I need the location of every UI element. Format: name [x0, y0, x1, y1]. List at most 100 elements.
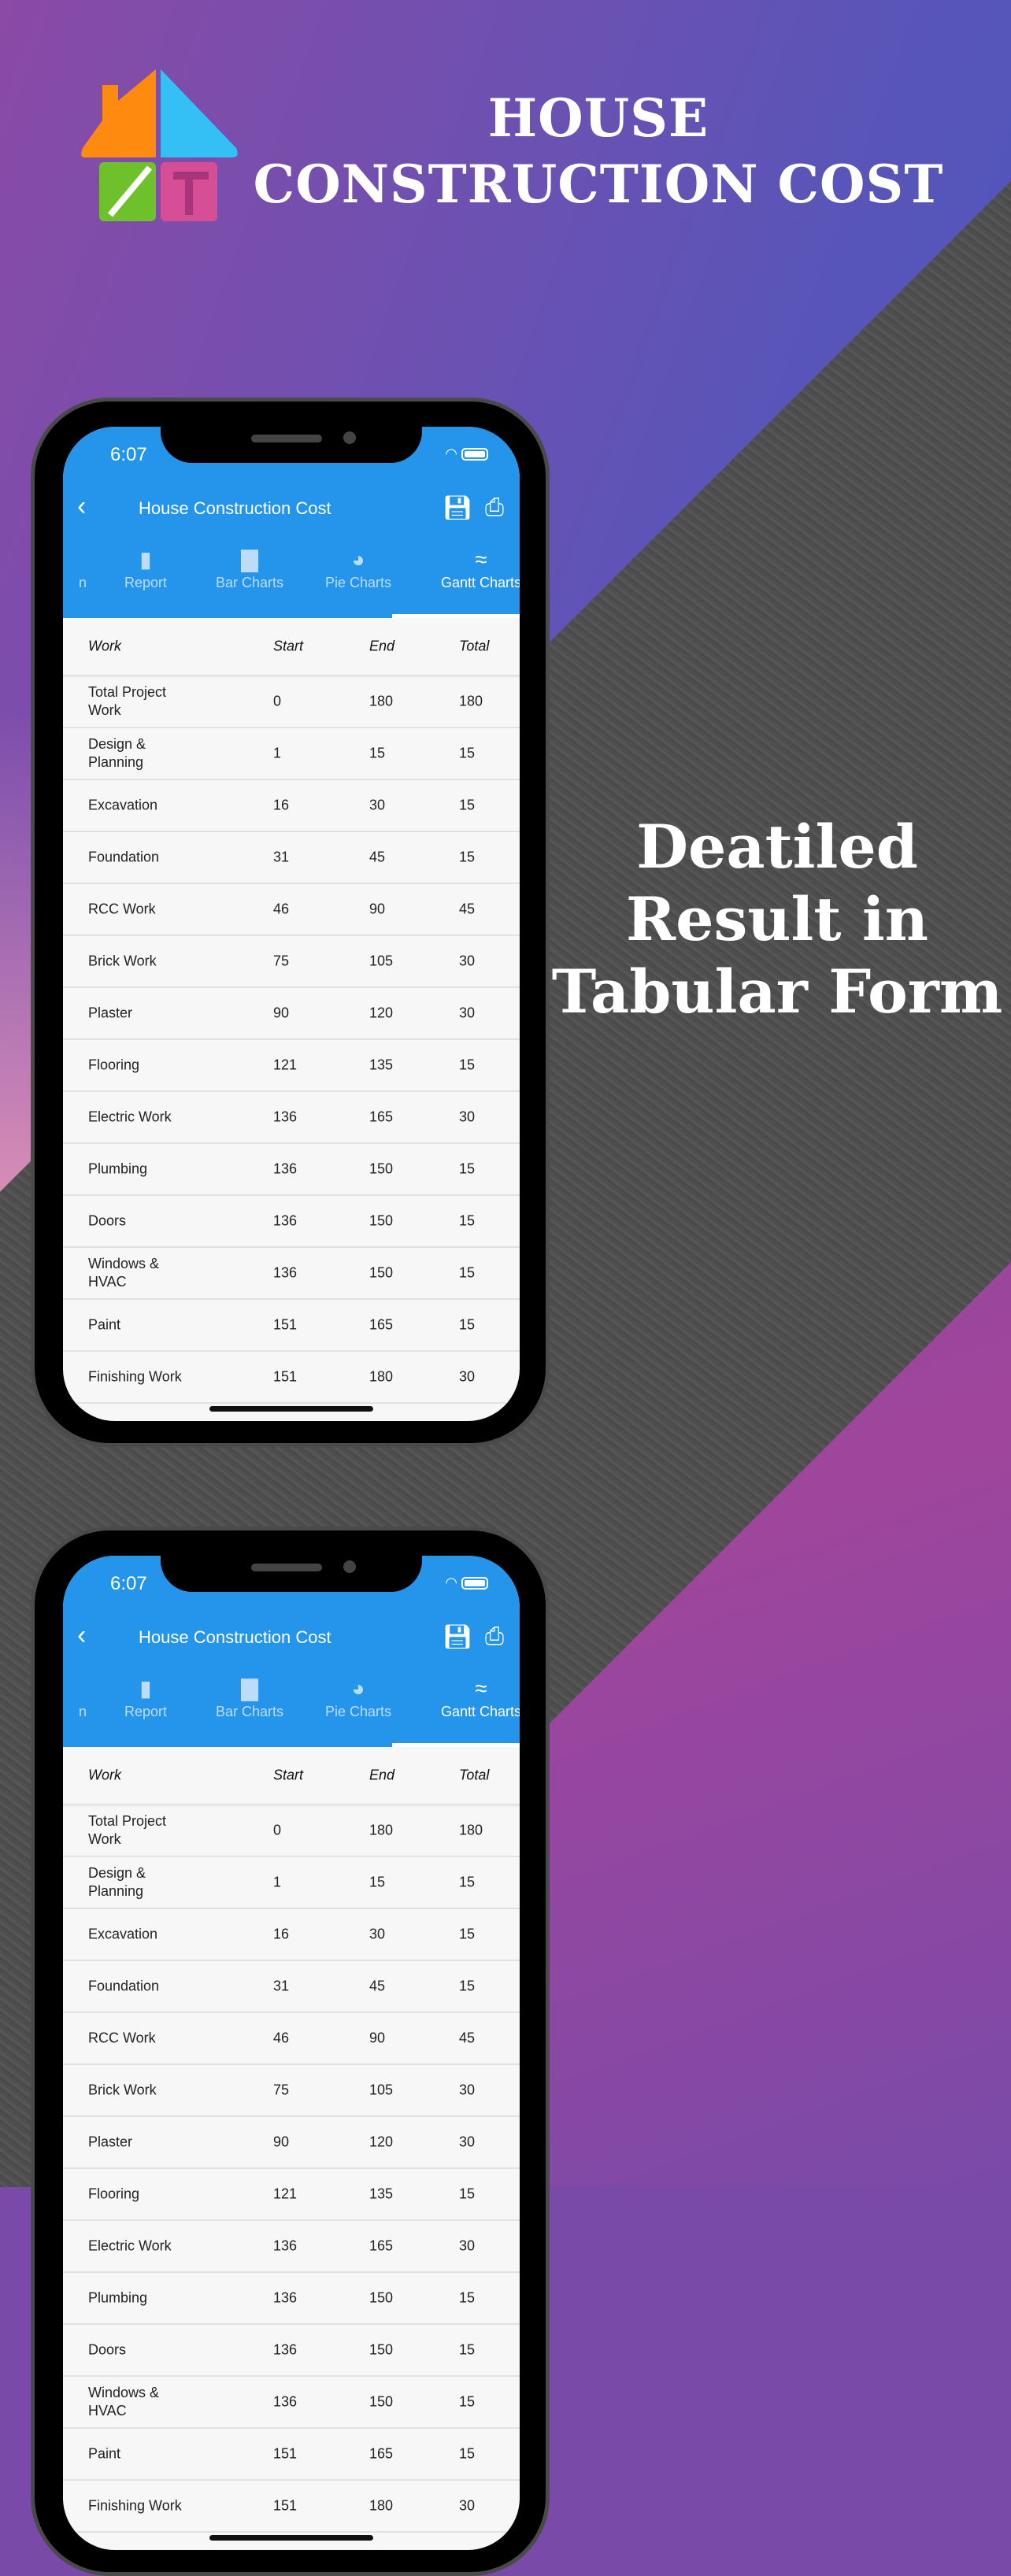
- notch: [161, 1556, 422, 1592]
- phone-mockup-1: 6:07 ◠ ‹ House Construction Cost 💾︎ ⎙ n ▮…: [31, 398, 550, 1447]
- table-cell: 151: [273, 2497, 298, 2514]
- table-cell: 165: [273, 1420, 297, 1422]
- table-cell: 15: [459, 2186, 476, 2202]
- table-cell: 120: [369, 2134, 394, 2150]
- house-logo-icon: [81, 69, 238, 221]
- table-row[interactable]: Windows & HVAC 136 150 15: [63, 1248, 520, 1300]
- table-row[interactable]: Finishing Work 151 180 30: [63, 1352, 520, 1404]
- column-header: Start: [273, 1767, 304, 1783]
- table-row[interactable]: Total Project Work 0 180 180: [63, 1805, 520, 1857]
- tab-label: n: [78, 575, 87, 590]
- tab-report[interactable]: ▮ Report: [94, 545, 197, 591]
- tab-bar-charts[interactable]: ▇ Bar Charts: [198, 545, 301, 591]
- table-cell: 30: [459, 2237, 476, 2254]
- table-row[interactable]: Flooring 121 135 15: [63, 2169, 520, 2221]
- tab-gantt-charts[interactable]: ≈ Gantt Charts: [417, 1674, 520, 1720]
- table-row[interactable]: Foundation 31 45 15: [63, 832, 520, 884]
- status-icons: ◠: [445, 1575, 488, 1591]
- banner-title: HOUSE CONSTRUCTION COST: [253, 87, 944, 215]
- table-row[interactable]: Windows & HVAC 136 150 15: [63, 2377, 520, 2429]
- table-cell: 180: [369, 1420, 393, 1422]
- table-cell: 15: [459, 2341, 476, 2358]
- table-row[interactable]: Finishing Work 151 180 30: [63, 2481, 520, 2533]
- table-cell: 30: [459, 2497, 476, 2514]
- phone-mockup-2: 6:07 ◠ ‹ House Construction Cost 💾︎ ⎙ n ▮…: [31, 1527, 550, 2576]
- tab-label: Report: [124, 575, 168, 590]
- table-row[interactable]: Design & Planning 1 15 15: [63, 1857, 520, 1909]
- speaker: [251, 1564, 322, 1571]
- table-row[interactable]: Doors 136 150 15: [63, 1196, 520, 1248]
- table-row[interactable]: Design & Planning 1 15 15: [63, 728, 520, 780]
- table-row[interactable]: Flooring 121 135 15: [63, 1040, 520, 1092]
- floppy-disk-icon[interactable]: 💾︎: [443, 1623, 472, 1651]
- floppy-disk-icon[interactable]: 💾︎: [443, 494, 472, 522]
- table-cell: 135: [369, 1057, 394, 1073]
- table-cell: 15: [459, 745, 476, 761]
- table-cell: 15: [459, 797, 476, 813]
- tab-label: Gantt Charts: [440, 575, 520, 590]
- table-row[interactable]: Excavation 16 30 15: [63, 780, 520, 832]
- tab-report[interactable]: ▮ Report: [94, 1674, 197, 1720]
- table-cell: 15: [459, 1212, 476, 1229]
- table-row[interactable]: Brick Work 75 105 30: [63, 2065, 520, 2117]
- table-cell: 30: [369, 797, 386, 813]
- table-row[interactable]: Foundation 31 45 15: [63, 1961, 520, 2013]
- tab-pie-charts[interactable]: ◕ Pie Charts: [307, 545, 409, 591]
- table-row[interactable]: Brick Work 75 105 30: [63, 936, 520, 988]
- notch: [161, 427, 422, 463]
- table-cell: 121: [273, 2186, 298, 2202]
- table-cell: Paint: [88, 1420, 191, 1422]
- table-row[interactable]: Doors 136 150 15: [63, 2325, 520, 2377]
- table-cell: Finishing Work: [88, 2497, 182, 2514]
- tab-label: Gantt Charts: [440, 1704, 520, 1719]
- table-cell: Flooring: [88, 2186, 140, 2202]
- battery-icon: [461, 448, 488, 461]
- table-row[interactable]: Total Project Work 0 180 180: [63, 676, 520, 728]
- home-indicator[interactable]: [209, 1406, 373, 1412]
- table-row[interactable]: RCC Work 46 90 45: [63, 884, 520, 936]
- table-cell: Design & Planning: [88, 1865, 146, 1899]
- table-cell: 151: [273, 1316, 298, 1333]
- tab-pie-charts[interactable]: ◕ Pie Charts: [307, 1674, 409, 1720]
- table-row[interactable]: RCC Work 46 90 45: [63, 2013, 520, 2065]
- home-indicator[interactable]: [209, 2535, 373, 2541]
- table-cell: 180: [459, 693, 483, 709]
- table-row[interactable]: Paint 151 165 15: [63, 1300, 520, 1352]
- table-row[interactable]: Electric Work 136 165 30: [63, 2221, 520, 2273]
- table-cell: RCC Work: [88, 2030, 156, 2046]
- table-row[interactable]: Electric Work 136 165 30: [63, 1092, 520, 1144]
- status-time: 6:07: [110, 444, 147, 465]
- table-row[interactable]: Plumbing 136 150 15: [63, 1144, 520, 1196]
- table-cell: 16: [273, 1926, 290, 1942]
- battery-icon: [461, 1577, 488, 1590]
- app-bar: 6:07 ◠ ‹ House Construction Cost 💾︎ ⎙ n ▮…: [63, 427, 520, 618]
- book-icon: ▮: [139, 1676, 152, 1701]
- column-header: Total: [459, 1767, 490, 1783]
- table-row[interactable]: Plaster 90 120 30: [63, 988, 520, 1040]
- phone-screen: 6:07 ◠ ‹ House Construction Cost 💾︎ ⎙ n ▮…: [63, 427, 520, 1421]
- table-row[interactable]: Paint 151 165 15: [63, 2429, 520, 2481]
- table-cell: 15: [459, 1926, 476, 1942]
- table-cell: 165: [369, 1316, 394, 1333]
- table-row[interactable]: Excavation 16 30 15: [63, 1909, 520, 1961]
- chevron-left-icon[interactable]: ‹: [77, 491, 86, 522]
- table-cell: 30: [459, 2134, 476, 2150]
- table-cell: 15: [459, 2445, 476, 2462]
- printer-icon[interactable]: ⎙: [485, 1623, 504, 1650]
- column-header: Work: [88, 638, 121, 654]
- chevron-left-icon[interactable]: ‹: [77, 1620, 86, 1651]
- table-cell: 0: [273, 1822, 282, 1838]
- column-header: Start: [273, 638, 304, 654]
- printer-icon[interactable]: ⎙: [485, 494, 504, 521]
- table-row[interactable]: Plumbing 136 150 15: [63, 2273, 520, 2325]
- tab-gantt-charts[interactable]: ≈ Gantt Charts: [417, 545, 520, 591]
- tab-bar-charts[interactable]: ▇ Bar Charts: [198, 1674, 301, 1720]
- table-cell: 1: [273, 1874, 282, 1890]
- wifi-icon: ◠: [445, 1575, 457, 1590]
- table-cell: 16: [273, 797, 290, 813]
- table-cell: Plumbing: [88, 2289, 148, 2306]
- table-cell: 15: [459, 1316, 476, 1333]
- table-row[interactable]: Plaster 90 120 30: [63, 2117, 520, 2169]
- table-cell: 75: [273, 953, 290, 969]
- table-cell: 30: [369, 1926, 386, 1942]
